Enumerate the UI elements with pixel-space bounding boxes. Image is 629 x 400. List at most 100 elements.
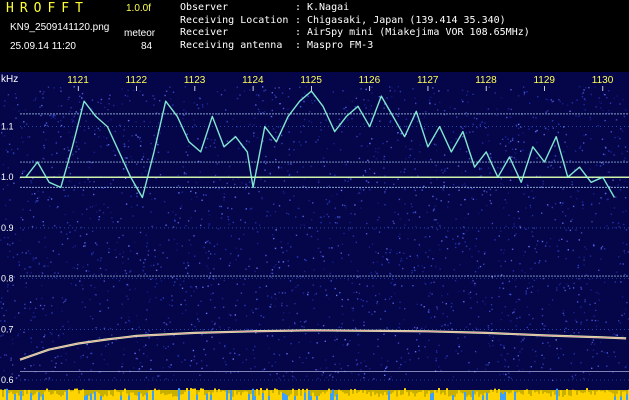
noise-speck [363, 123, 365, 125]
noise-speck [584, 162, 587, 164]
noise-speck [31, 225, 34, 228]
noise-speck [25, 252, 27, 254]
app-version: 1.0.0f [126, 3, 152, 14]
noise-speck [447, 89, 449, 92]
noise-speck [432, 258, 434, 260]
noise-speck [384, 191, 386, 193]
noise-speck [181, 245, 183, 247]
noise-speck [275, 229, 277, 231]
noise-speck [485, 364, 487, 366]
noise-speck [84, 242, 86, 244]
noise-speck [476, 368, 479, 370]
noise-speck [109, 327, 112, 330]
noise-speck [492, 336, 495, 339]
noise-speck [618, 320, 620, 322]
noise-speck [162, 252, 164, 254]
noise-speck [437, 109, 439, 111]
noise-speck [507, 192, 510, 194]
noise-speck [108, 248, 110, 250]
noise-speck [182, 166, 184, 168]
noise-speck [526, 91, 528, 93]
noise-speck [510, 377, 512, 380]
strip-bar [396, 396, 398, 400]
noise-speck [106, 137, 108, 139]
noise-speck [281, 92, 284, 94]
noise-speck [182, 342, 185, 344]
noise-speck [3, 354, 6, 356]
noise-speck [478, 212, 480, 215]
noise-speck [541, 354, 543, 356]
noise-speck [3, 237, 6, 239]
noise-speck [237, 354, 239, 356]
noise-speck [256, 298, 258, 301]
noise-speck [354, 204, 356, 206]
noise-speck [350, 178, 352, 180]
noise-speck [417, 357, 420, 360]
strip-bar [328, 388, 330, 400]
noise-speck [205, 146, 207, 149]
noise-speck [527, 184, 529, 187]
noise-speck [121, 366, 123, 368]
noise-speck [404, 188, 406, 190]
noise-speck [213, 278, 215, 280]
noise-speck [37, 200, 39, 202]
noise-speck [0, 301, 2, 303]
strip-bar [358, 391, 360, 400]
noise-speck [310, 99, 313, 102]
strip-bar [460, 392, 462, 400]
noise-speck [522, 86, 525, 88]
noise-speck [163, 330, 166, 333]
noise-speck [520, 340, 522, 343]
noise-speck [236, 283, 238, 285]
noise-speck [127, 146, 130, 148]
noise-speck [452, 183, 455, 186]
noise-speck [239, 94, 241, 96]
noise-speck [573, 311, 575, 314]
noise-speck [541, 314, 544, 317]
noise-speck [487, 134, 489, 136]
noise-speck [452, 376, 455, 378]
noise-speck [591, 202, 593, 204]
strip-bar [282, 392, 284, 400]
noise-speck [557, 250, 559, 252]
noise-speck [134, 288, 136, 290]
noise-speck [433, 208, 435, 210]
strip-bar [428, 391, 430, 400]
noise-speck [228, 223, 230, 225]
noise-speck [27, 200, 29, 202]
noise-speck [608, 171, 610, 173]
noise-speck [100, 311, 103, 313]
noise-speck [91, 254, 93, 256]
noise-speck [311, 102, 314, 104]
noise-speck [147, 332, 149, 335]
noise-speck [114, 130, 116, 133]
noise-speck [598, 293, 600, 295]
noise-speck [17, 148, 19, 150]
noise-speck [386, 248, 388, 250]
strip-bar [484, 392, 486, 400]
y-tick-label: 0.8 [1, 274, 14, 284]
noise-speck [490, 329, 493, 331]
noise-speck [364, 169, 366, 172]
noise-speck [45, 138, 47, 141]
noise-speck [206, 265, 208, 267]
noise-speck [486, 204, 488, 207]
noise-speck [384, 310, 386, 312]
strip-bar [580, 392, 582, 400]
noise-speck [394, 89, 396, 91]
noise-speck [369, 189, 371, 191]
noise-speck [535, 130, 537, 133]
noise-speck [290, 163, 292, 165]
noise-speck [213, 142, 215, 144]
noise-speck [270, 296, 273, 299]
noise-speck [275, 298, 277, 300]
noise-speck [303, 321, 306, 323]
noise-speck [112, 285, 115, 288]
strip-bar [564, 394, 566, 400]
noise-speck [377, 202, 379, 204]
noise-speck [157, 375, 159, 377]
noise-speck [262, 369, 264, 371]
strip-bar [244, 391, 246, 400]
noise-speck [18, 110, 20, 112]
strip-bar [204, 394, 206, 400]
